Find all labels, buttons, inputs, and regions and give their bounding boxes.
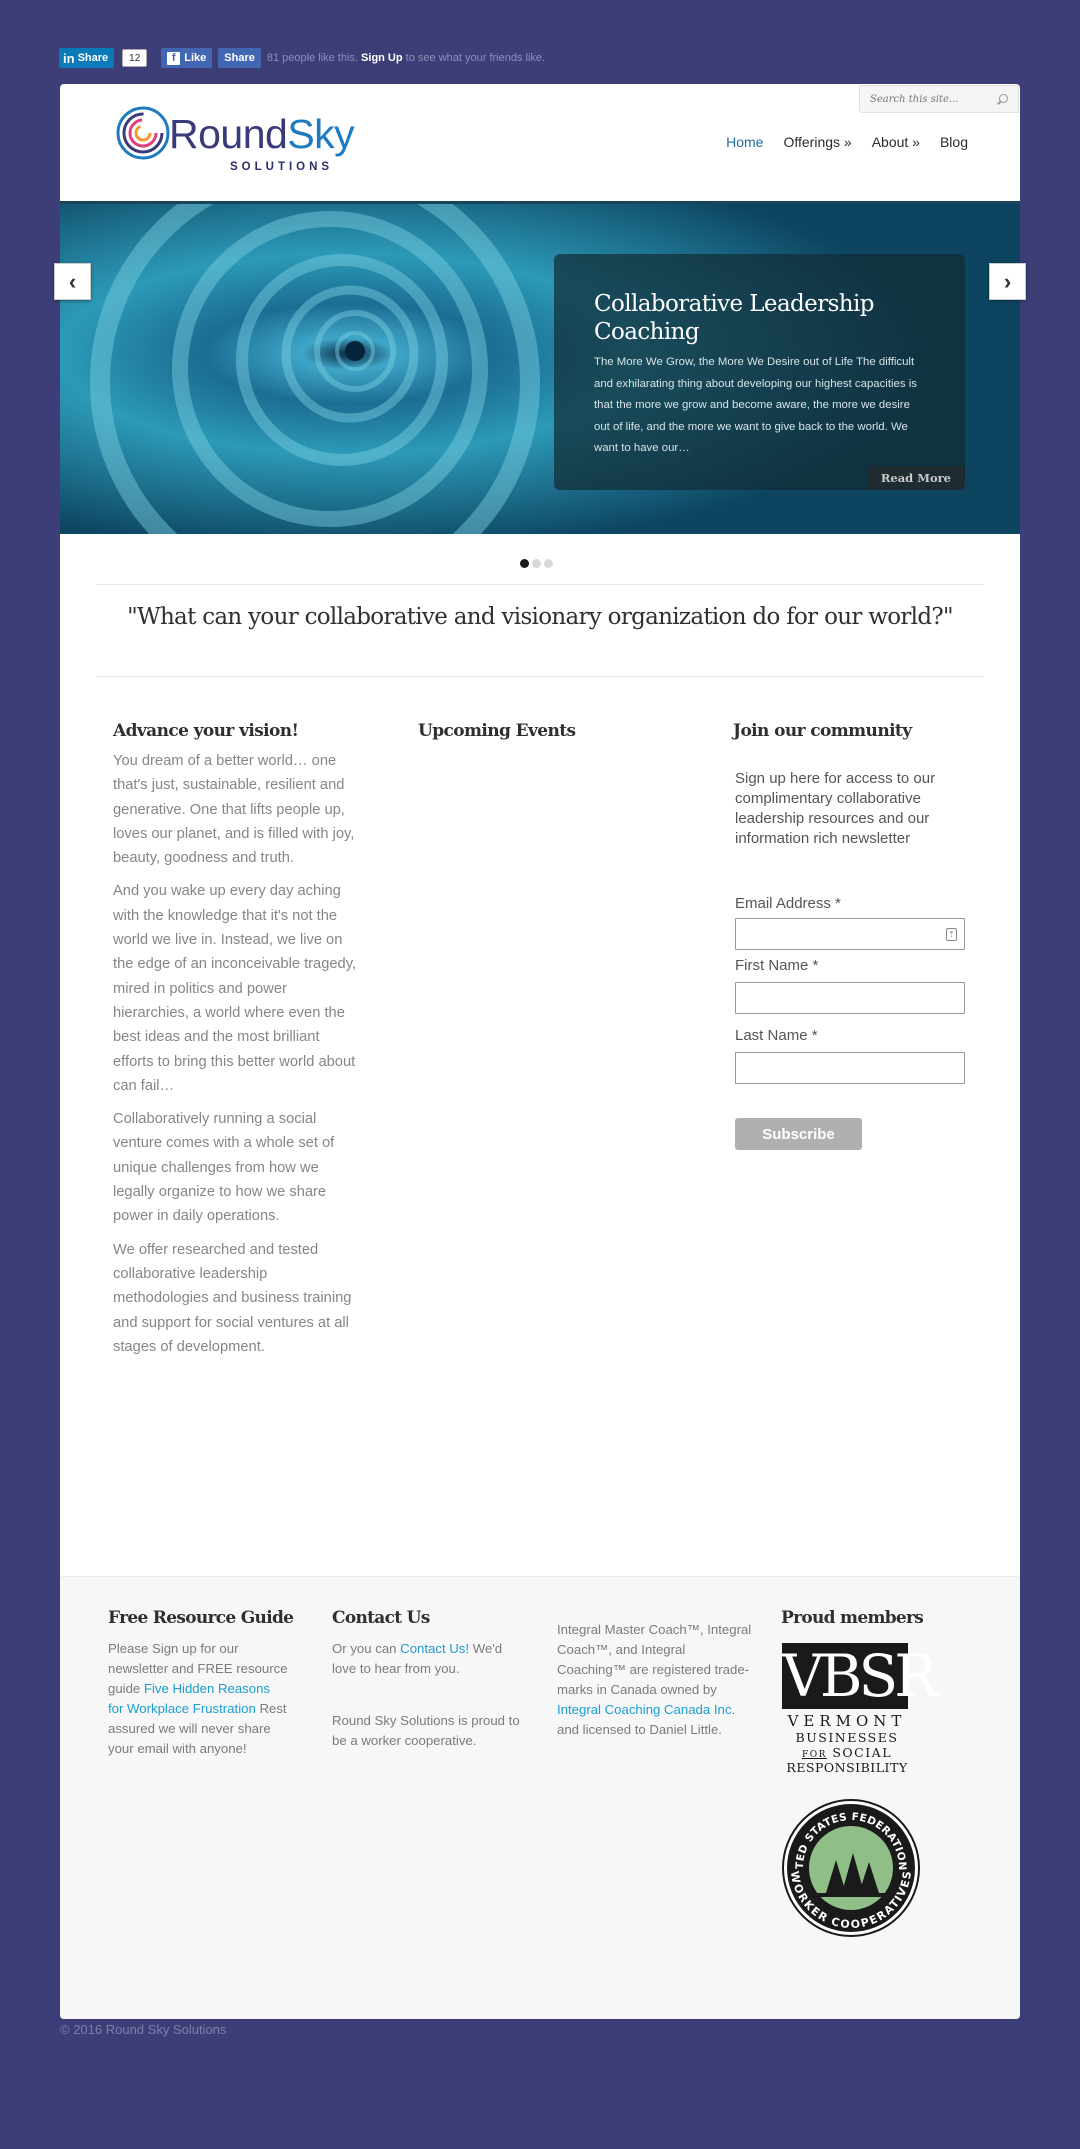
- vbsr-social: SOCIAL: [832, 1745, 893, 1760]
- read-more-button[interactable]: Read More: [866, 466, 965, 490]
- vbsr-businesses: BUSINESSES: [795, 1730, 899, 1745]
- linkedin-share-label: Share: [77, 52, 109, 64]
- vbsr-line-responsibility: RESPONSIBILITY: [786, 1760, 908, 1775]
- contact-text: Or you can Contact Us! We'd love to hear…: [332, 1639, 522, 1679]
- slider-pagination: [520, 559, 553, 568]
- cooperative-text: Round Sky Solutions is proud to be a wor…: [332, 1713, 520, 1748]
- contact-title: Contact Us: [332, 1608, 430, 1628]
- first-name-field[interactable]: [735, 982, 965, 1014]
- chevron-right-icon: ›: [1003, 268, 1012, 294]
- facebook-share-button[interactable]: Share: [218, 48, 261, 68]
- nav-item-offerings[interactable]: Offerings »: [773, 134, 861, 150]
- slider-next-button[interactable]: ›: [989, 263, 1026, 300]
- slide-excerpt: The More We Grow, the More We Desire out…: [594, 356, 917, 454]
- trademark-intro: Integral Master Coach™, Integral Coach™,…: [557, 1622, 752, 1697]
- advance-paragraph: Collaboratively running a social venture…: [113, 1111, 335, 1225]
- advance-vision-text: You dream of a better world… one that's …: [113, 749, 358, 1368]
- facebook-like-text: 81 people like this. Sign Up to see what…: [267, 52, 545, 64]
- logo-wordmark-round: Round: [169, 111, 288, 157]
- join-community-title: Join our community: [733, 721, 912, 741]
- last-name-field[interactable]: [735, 1052, 965, 1084]
- facebook-like-button[interactable]: f Like: [161, 48, 213, 68]
- usfwc-logo[interactable]: UNITED STATES FEDERATION OF WORKER COOPE…: [776, 1789, 921, 1938]
- search-box: [859, 85, 1019, 113]
- vbsr-logo[interactable]: VBSR VERMONT BUSINESSES FOR SOCIAL RESPO…: [782, 1642, 938, 1788]
- integral-coaching-link[interactable]: Integral Coaching Canada Inc.: [557, 1702, 735, 1717]
- slider-dot[interactable]: [532, 559, 541, 568]
- vbsr-line-vermont: VERMONT: [787, 1712, 907, 1730]
- advance-paragraph: We offer researched and tested collabora…: [113, 1241, 352, 1355]
- copyright: © 2016 Round Sky Solutions: [60, 2022, 227, 2037]
- search-input[interactable]: [870, 93, 980, 105]
- first-name-label: First Name *: [735, 957, 819, 974]
- last-name-label: Last Name *: [735, 1027, 818, 1044]
- contact-intro: Or you can: [332, 1641, 401, 1656]
- upcoming-events-title: Upcoming Events: [418, 721, 576, 741]
- usfwc-seal-icon: UNITED STATES FEDERATION OF WORKER COOPE…: [776, 1789, 920, 1937]
- slide-title[interactable]: Collaborative Leadership Coaching: [594, 290, 925, 346]
- hero-slider: Collaborative Leadership Coaching The Mo…: [60, 201, 1020, 534]
- email-field[interactable]: ⇡: [735, 918, 965, 950]
- chevron-left-icon: ‹: [68, 268, 77, 294]
- logo-wordmark-sky: Sky: [287, 111, 355, 157]
- search-icon[interactable]: [997, 93, 1008, 105]
- facebook-like-count-text: 81 people like this.: [266, 52, 358, 64]
- social-bar: in Share 12 f Like Share 81 people like …: [59, 47, 545, 69]
- vbsr-logo-mark: VBSR: [782, 1642, 938, 1710]
- divider: [96, 584, 984, 585]
- proud-members-title: Proud members: [781, 1608, 924, 1628]
- community-intro: Sign up here for access to our complimen…: [735, 770, 936, 847]
- trademark-text: Integral Master Coach™, Integral Coach™,…: [557, 1620, 752, 1740]
- nav-item-home[interactable]: Home: [716, 134, 773, 150]
- resource-guide-text: Please Sign up for our newsletter and FR…: [108, 1639, 288, 1759]
- facebook-like-label: Like: [184, 52, 207, 64]
- slider-dot[interactable]: [520, 559, 529, 568]
- linkedin-share-count: 12: [122, 49, 148, 67]
- slide-caption: Collaborative Leadership Coaching The Mo…: [554, 254, 965, 490]
- resource-guide-title: Free Resource Guide: [108, 1608, 294, 1628]
- logo-wordmark: RoundSky: [169, 111, 355, 158]
- contact-us-link[interactable]: Contact Us!: [400, 1641, 469, 1656]
- email-label: Email Address *: [735, 895, 841, 912]
- slider-dot[interactable]: [544, 559, 553, 568]
- facebook-icon: f: [167, 51, 181, 65]
- vbsr-line-businesses: BUSINESSES FOR SOCIAL: [782, 1730, 912, 1760]
- facebook-signup-link[interactable]: Sign Up: [361, 52, 403, 64]
- main-card: RoundSky SOLUTIONS Home Offerings » Abou…: [60, 84, 1020, 2019]
- nav-item-about[interactable]: About »: [862, 134, 930, 150]
- facebook-friends-text: to see what your friends like.: [405, 52, 546, 64]
- site-logo[interactable]: RoundSky SOLUTIONS: [113, 101, 383, 176]
- tagline: "What can your collaborative and visiona…: [127, 604, 953, 630]
- trademark-outro: and licensed to Daniel Little.: [557, 1722, 722, 1737]
- vbsr-for: FOR: [801, 1750, 827, 1760]
- logo-subtitle: SOLUTIONS: [230, 161, 334, 173]
- linkedin-share-button[interactable]: in Share: [59, 48, 115, 68]
- advance-paragraph: And you wake up every day aching with th…: [113, 883, 357, 1094]
- linkedin-icon: in: [63, 50, 75, 66]
- advance-paragraph: You dream of a better world… one that's …: [113, 753, 355, 867]
- advance-vision-title: Advance your vision!: [113, 721, 299, 741]
- nav-item-blog[interactable]: Blog: [930, 134, 978, 150]
- logo-swirl-icon: [116, 106, 170, 160]
- slider-prev-button[interactable]: ‹: [54, 263, 91, 300]
- subscribe-button[interactable]: Subscribe: [735, 1118, 862, 1150]
- autofill-icon[interactable]: ⇡: [946, 928, 957, 941]
- main-nav: Home Offerings » About » Blog: [716, 134, 978, 150]
- divider: [96, 676, 984, 677]
